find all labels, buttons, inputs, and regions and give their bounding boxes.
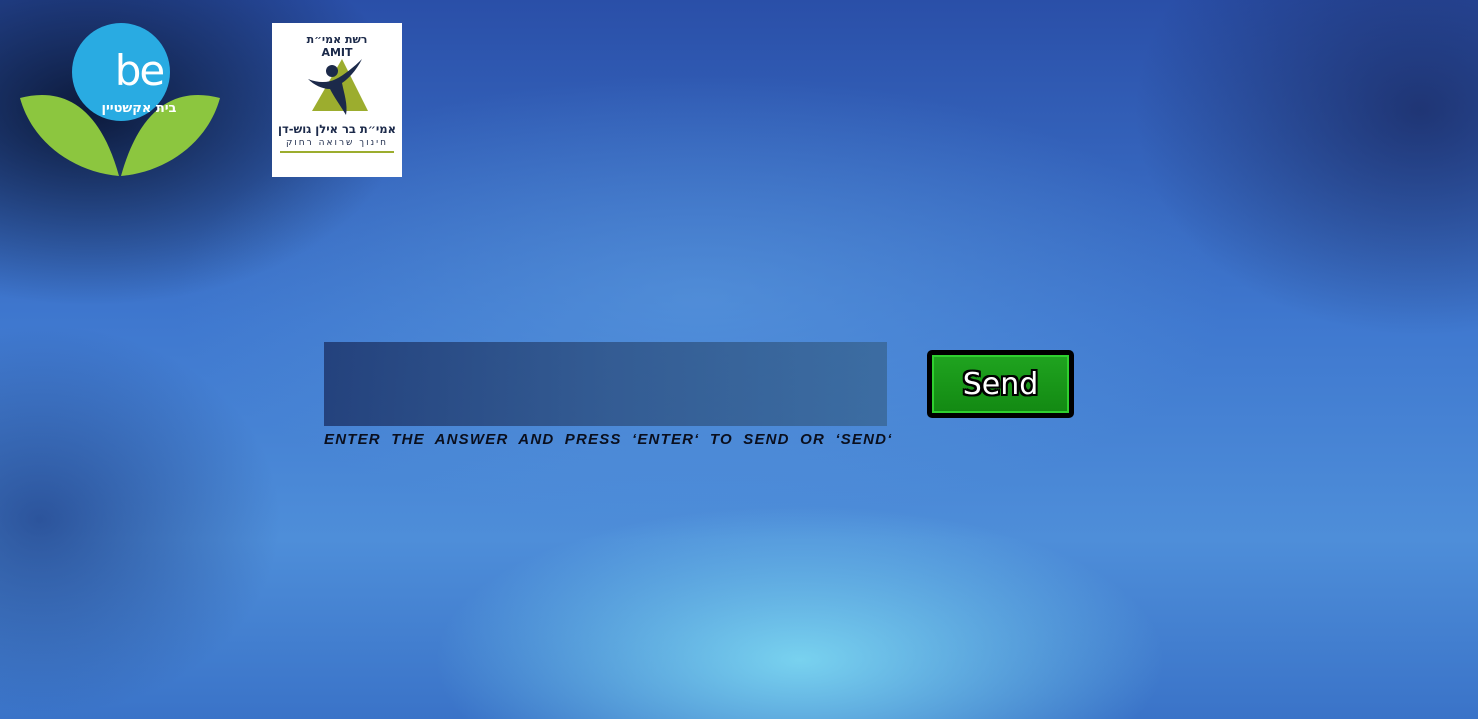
amit-tagline: חינוך שרואה רחוק [285,138,389,148]
send-button[interactable]: Send [927,350,1074,418]
amit-underline [280,151,394,153]
amit-name: אמי״ת בר אילן גוש-דן [278,122,396,136]
send-button-face[interactable]: Send [932,355,1069,413]
amit-logo: רשת אמי״ת AMIT אמי״ת בר אילן גוש-דן חינו… [272,23,402,177]
logo-be-subtitle: בית אקשטיין [101,101,177,116]
amit-figure-icon [308,59,368,115]
answer-hint: Enter the answer and press ‘enter‘ to se… [324,431,893,448]
beit-eckstein-logo: be בית אקשטיין [18,22,222,180]
answer-input[interactable] [324,342,887,426]
logo-be-mark: be [114,46,166,95]
send-button-label: Send [962,366,1039,402]
